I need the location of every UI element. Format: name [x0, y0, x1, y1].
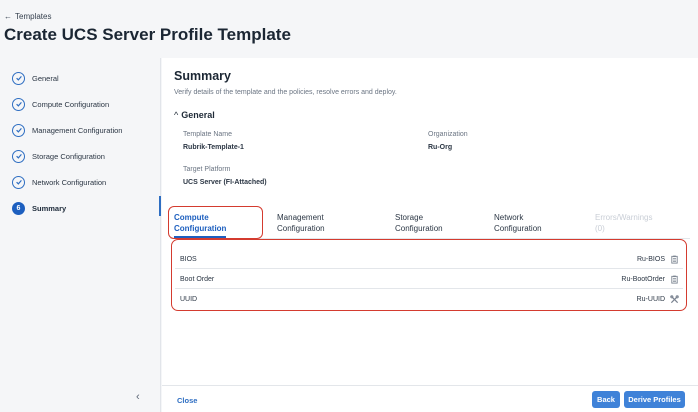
tab-label-line1: Management [277, 213, 324, 222]
general-section-toggle[interactable]: ^ General [174, 110, 215, 120]
annotation-highlight-tab [168, 206, 263, 239]
organization-label: Organization [428, 131, 468, 138]
tab-label-line2: Configuration [277, 223, 325, 233]
derive-profiles-button[interactable]: Derive Profiles [624, 391, 685, 408]
tab-network-configuration[interactable]: Network Configuration [494, 213, 542, 234]
organization-value: Ru-Org [428, 144, 453, 151]
annotation-highlight-rows [171, 239, 687, 311]
step-network-configuration[interactable]: Network Configuration [12, 174, 106, 190]
step-label: Management Configuration [32, 125, 123, 135]
checkmark-icon [12, 71, 25, 85]
tab-errors-warnings: Errors/Warnings (0) [595, 213, 653, 234]
close-button[interactable]: Close [177, 396, 197, 405]
back-link-label: Templates [15, 12, 52, 21]
back-arrow-icon: ← [4, 12, 12, 21]
step-label: General [32, 73, 59, 83]
step-management-configuration[interactable]: Management Configuration [12, 122, 122, 138]
step-number-badge: 6 [12, 201, 25, 215]
active-step-indicator [159, 196, 161, 216]
tab-storage-configuration[interactable]: Storage Configuration [395, 213, 443, 234]
template-name-value: Rubrik-Template-1 [183, 144, 244, 151]
back-button[interactable]: Back [592, 391, 620, 408]
step-label: Summary [32, 203, 67, 213]
tab-label-line2: Configuration [494, 223, 542, 233]
checkmark-icon [12, 123, 25, 137]
step-summary[interactable]: 6 Summary [12, 200, 66, 216]
step-compute-configuration[interactable]: Compute Configuration [12, 96, 109, 112]
step-label: Network Configuration [32, 177, 107, 187]
back-to-templates-link[interactable]: ← Templates [4, 12, 51, 21]
general-section-title: General [181, 110, 215, 120]
checkmark-icon [12, 149, 25, 163]
checkmark-icon [12, 97, 25, 111]
collapse-sidebar-icon[interactable]: ‹ [136, 392, 140, 403]
checkmark-icon [12, 175, 25, 189]
template-name-label: Template Name [183, 131, 233, 138]
chevron-up-icon: ^ [174, 110, 179, 120]
tab-label-line2: Configuration [395, 223, 443, 233]
tab-label-line1: Errors/Warnings [595, 213, 653, 222]
target-platform-value: UCS Server (FI-Attached) [183, 179, 267, 186]
page-title: Create UCS Server Profile Template [4, 25, 291, 44]
tab-label-line1: Network [494, 213, 524, 222]
tab-management-configuration[interactable]: Management Configuration [277, 213, 325, 234]
step-label: Storage Configuration [32, 151, 105, 161]
page-header: ← Templates Create UCS Server Profile Tem… [0, 0, 698, 58]
target-platform-label: Target Platform [183, 166, 231, 173]
summary-subtitle: Verify details of the template and the p… [174, 89, 397, 96]
summary-title: Summary [174, 69, 231, 83]
step-storage-configuration[interactable]: Storage Configuration [12, 148, 105, 164]
step-label: Compute Configuration [32, 99, 110, 109]
tab-label-line2: (0) [595, 223, 605, 233]
step-general[interactable]: General [12, 70, 59, 86]
tab-label-line1: Storage [395, 213, 424, 222]
